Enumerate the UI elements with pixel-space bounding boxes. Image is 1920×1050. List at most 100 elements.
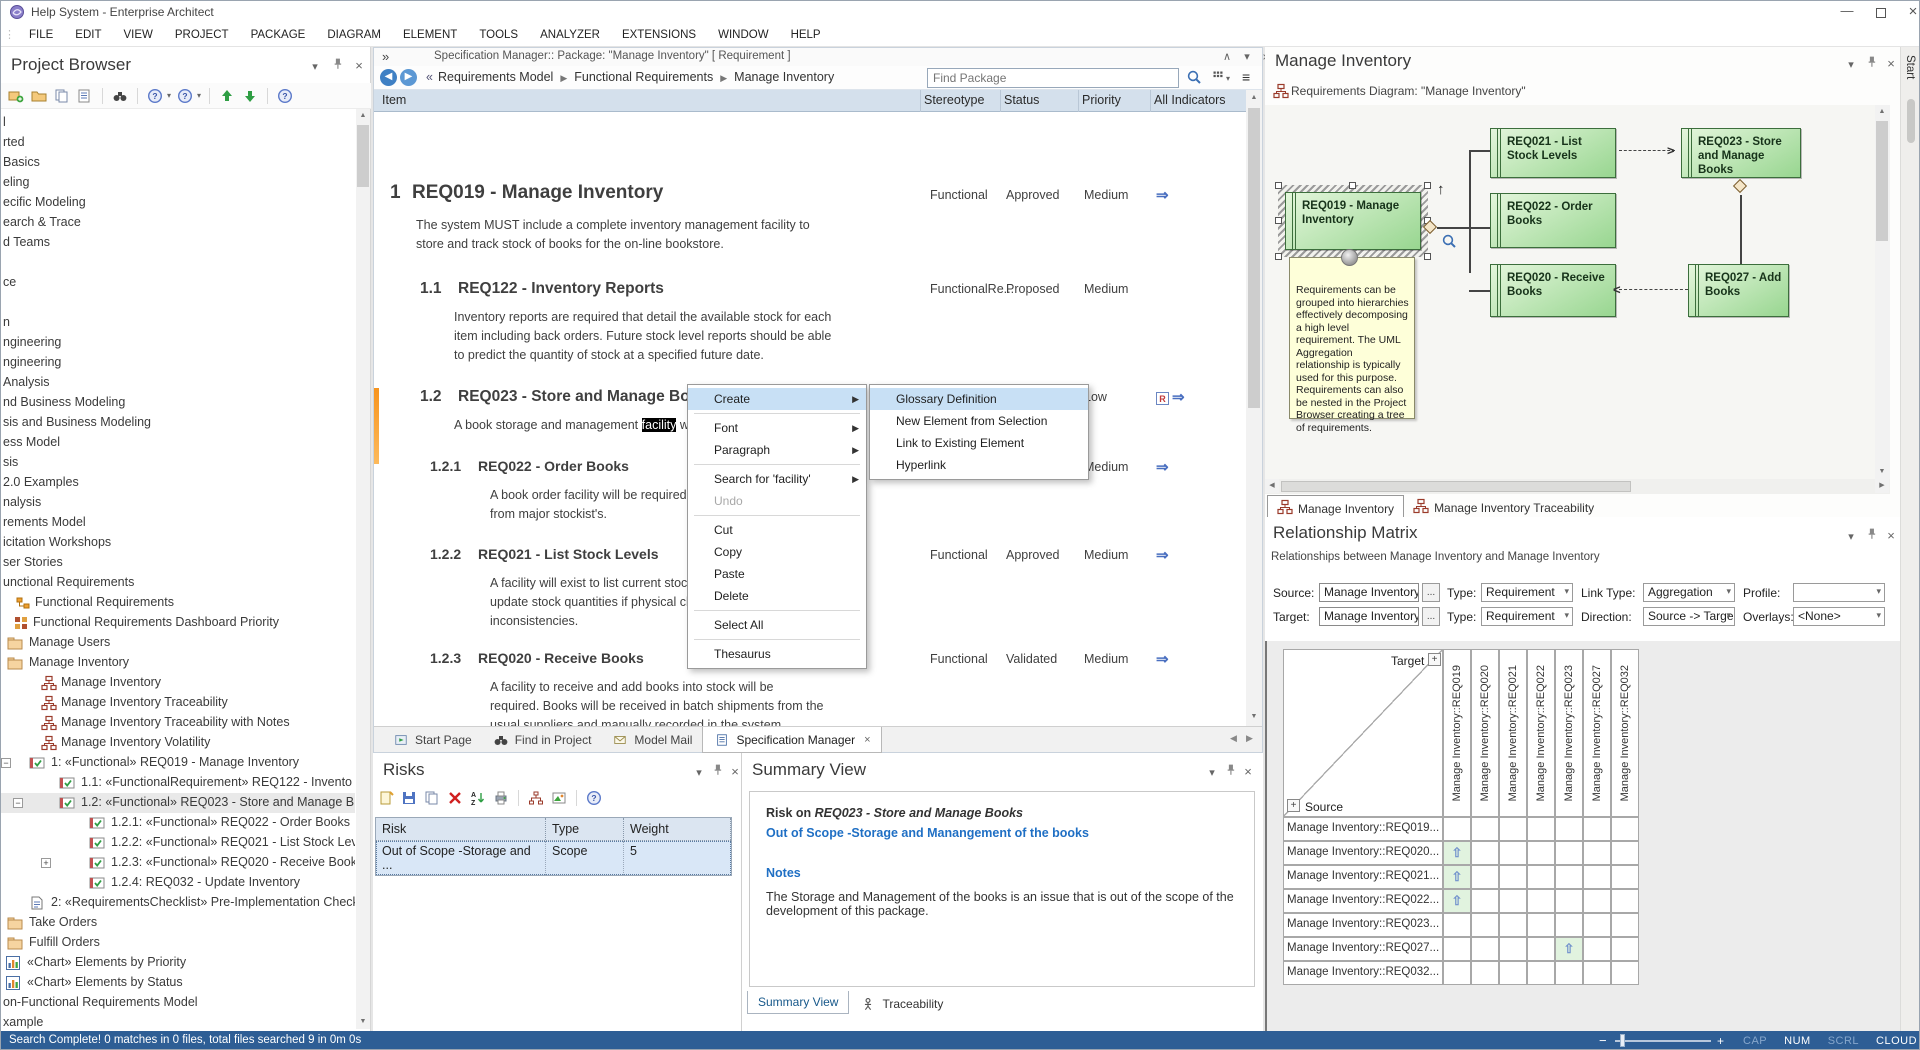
panel-menu-icon[interactable]: ▾ <box>1843 57 1859 73</box>
chevron-down-icon[interactable]: ▾ <box>197 91 201 100</box>
scroll-down-icon[interactable]: ▼ <box>1247 710 1261 724</box>
print-icon[interactable] <box>492 789 510 807</box>
tree-item[interactable]: 2.0 Examples <box>1 473 355 493</box>
matrix-column-header[interactable]: Manage Inventory::REQ032 <box>1611 649 1639 817</box>
status-toggle-cloud[interactable]: CLOUD <box>1876 1035 1917 1047</box>
navigate-indicator-icon[interactable]: ⇒ <box>1156 651 1169 668</box>
matrix-column-header[interactable]: Manage Inventory::REQ022 <box>1527 649 1555 817</box>
diagram-vscrollbar[interactable]: ▲ ▼ <box>1875 105 1890 479</box>
matrix-column-header[interactable]: Manage Inventory::REQ027 <box>1583 649 1611 817</box>
submenu-new-element-from-selection[interactable]: New Element from Selection <box>870 410 1088 432</box>
tree-item[interactable]: Analysis <box>1 373 355 393</box>
pin-icon[interactable] <box>709 763 725 779</box>
matrix-cell[interactable] <box>1555 913 1583 937</box>
requirement-title[interactable]: REQ022 - Order Books <box>478 458 629 474</box>
requirement-title[interactable]: REQ021 - List Stock Levels <box>478 546 659 562</box>
quicklink-arrow-icon[interactable]: ↑ <box>1437 181 1445 198</box>
target-type-select[interactable]: Requirement <box>1481 607 1573 626</box>
start-tab[interactable]: Start <box>1904 55 1916 79</box>
menu-extensions[interactable]: EXTENSIONS <box>611 23 707 47</box>
submenu-glossary-definition[interactable]: Glossary Definition <box>870 388 1088 410</box>
save-icon[interactable] <box>400 789 418 807</box>
matrix-cell[interactable] <box>1499 937 1527 961</box>
column-header-all-indicators[interactable]: All Indicators <box>1154 93 1226 107</box>
tree-item[interactable]: 1.2.2: «Functional» REQ021 - List Stock … <box>1 833 355 853</box>
breadcrumb-item[interactable]: Requirements Model <box>438 70 553 84</box>
risks-table-row[interactable]: Out of Scope -Storage and ...Scope5 <box>376 841 731 875</box>
tab-summary-view[interactable]: Summary View <box>747 991 849 1014</box>
matrix-cell[interactable]: ⇧ <box>1555 937 1583 961</box>
requirement-title[interactable]: REQ019 - Manage Inventory <box>412 182 663 204</box>
tab-traceability[interactable]: Traceability <box>849 991 953 1017</box>
matrix-cell[interactable] <box>1555 889 1583 913</box>
tree-item[interactable]: Manage Users <box>1 633 355 653</box>
matrix-cell[interactable] <box>1611 841 1639 865</box>
matrix-row-label[interactable]: Manage Inventory::REQ020... <box>1283 841 1443 865</box>
delete-icon[interactable] <box>446 789 464 807</box>
matrix-cell[interactable] <box>1471 889 1499 913</box>
navigate-indicator-icon[interactable]: ⇒ <box>1172 389 1185 406</box>
menu-window[interactable]: WINDOW <box>707 23 779 47</box>
scrollbar-thumb[interactable] <box>1248 108 1260 408</box>
requirement-element-req021[interactable]: REQ021 - ListStock Levels <box>1490 128 1616 178</box>
link-type-select[interactable]: Aggregation <box>1643 583 1735 602</box>
help-icon[interactable]: ? <box>276 87 294 105</box>
matrix-cell[interactable]: ⇧ <box>1443 841 1471 865</box>
tree-item[interactable]: 1.2.4: REQ032 - Update Inventory <box>1 873 355 893</box>
matrix-cell[interactable] <box>1583 889 1611 913</box>
help-icon[interactable]: ? <box>176 87 194 105</box>
selection-handle[interactable] <box>1424 182 1431 189</box>
submenu-link-to-existing-element[interactable]: Link to Existing Element <box>870 432 1088 454</box>
tree-item[interactable]: 1.2.1: «Functional» REQ022 - Order Books <box>1 813 355 833</box>
status-toggle-cap[interactable]: CAP <box>1743 1035 1767 1047</box>
diagram-hscrollbar[interactable]: ◀ ▶ <box>1265 479 1890 494</box>
magnifier-icon[interactable] <box>1441 233 1457 254</box>
matrix-cell[interactable] <box>1611 913 1639 937</box>
selection-handle[interactable] <box>1275 217 1282 224</box>
matrix-cell[interactable] <box>1555 865 1583 889</box>
tree-scrollbar[interactable]: ▲ ▼ <box>356 109 370 1029</box>
tree-item[interactable]: ser Stories <box>1 553 355 573</box>
matrix-cell[interactable]: ⇧ <box>1443 865 1471 889</box>
tree-item[interactable]: Manage Inventory Traceability <box>1 693 355 713</box>
context-menu-select-all[interactable]: Select All <box>688 614 866 636</box>
matrix-cell[interactable] <box>1443 913 1471 937</box>
requirement-title[interactable]: REQ122 - Inventory Reports <box>458 280 664 298</box>
minimize-button[interactable]: — <box>1833 3 1861 18</box>
scroll-left-icon[interactable]: ◀ <box>1265 479 1279 493</box>
matrix-cell[interactable] <box>1555 817 1583 841</box>
matrix-cell[interactable] <box>1527 841 1555 865</box>
context-menu-delete[interactable]: Delete <box>688 585 866 607</box>
matrix-cell[interactable] <box>1611 889 1639 913</box>
matrix-row-label[interactable]: Manage Inventory::REQ032... <box>1283 961 1443 985</box>
sort-az-icon[interactable]: AZ <box>469 789 487 807</box>
search-icon[interactable] <box>1186 69 1202 88</box>
chevron-down-icon[interactable]: ▾ <box>167 91 171 100</box>
matrix-cell[interactable] <box>1555 961 1583 985</box>
matrix-cell[interactable] <box>1499 889 1527 913</box>
hierarchy-icon[interactable] <box>527 789 545 807</box>
tree-item[interactable]: sis <box>1 453 355 473</box>
collapse-icon[interactable]: − <box>1 758 11 768</box>
matrix-cell[interactable] <box>1443 817 1471 841</box>
search-binoculars-icon[interactable] <box>111 87 129 105</box>
matrix-cell[interactable] <box>1527 889 1555 913</box>
tree-item[interactable]: 1.1: «FunctionalRequirement» REQ122 - In… <box>1 773 355 793</box>
matrix-cell[interactable] <box>1471 817 1499 841</box>
matrix-row-label[interactable]: Manage Inventory::REQ023... <box>1283 913 1443 937</box>
menu-project[interactable]: PROJECT <box>164 23 240 47</box>
matrix-cell[interactable] <box>1471 937 1499 961</box>
status-toggle-scrl[interactable]: SCRL <box>1828 1035 1859 1047</box>
forward-button[interactable]: ▶ <box>400 69 417 86</box>
matrix-cell[interactable] <box>1583 913 1611 937</box>
tree-item[interactable] <box>1 293 355 313</box>
tab-start-page[interactable]: Start Page <box>382 727 482 753</box>
matrix-column-header[interactable]: Manage Inventory::REQ019 <box>1443 649 1471 817</box>
risks-column-weight[interactable]: Weight <box>624 818 731 840</box>
requirement-element-req020[interactable]: REQ020 - ReceiveBooks <box>1490 264 1616 317</box>
matrix-cell[interactable] <box>1499 865 1527 889</box>
panel-menu-icon[interactable]: ▾ <box>691 765 707 781</box>
tree-item[interactable]: icitation Workshops <box>1 533 355 553</box>
tree-item[interactable]: on-Functional Requirements Model <box>1 993 355 1013</box>
navigate-indicator-icon[interactable]: ⇒ <box>1156 459 1169 476</box>
